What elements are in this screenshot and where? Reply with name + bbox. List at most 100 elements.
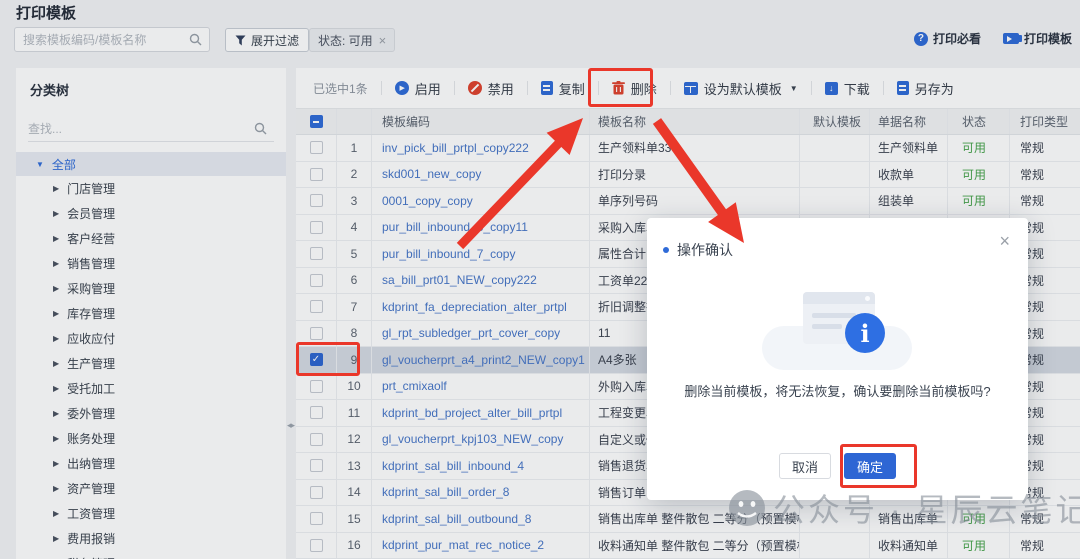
row-checkbox[interactable]: [310, 300, 323, 313]
template-code-link[interactable]: skd001_new_copy: [382, 167, 481, 181]
template-code-link[interactable]: inv_pick_bill_prtpl_copy222: [382, 141, 529, 155]
cell-template-code[interactable]: gl_rpt_subledger_prt_cover_copy: [372, 321, 590, 347]
table-row[interactable]: 1inv_pick_bill_prtpl_copy222生产领料单333生产领料…: [296, 135, 1080, 162]
print-template-video-link[interactable]: 打印模板: [1003, 30, 1072, 47]
row-checkbox[interactable]: [310, 327, 323, 340]
row-checkbox[interactable]: [310, 274, 323, 287]
delete-button[interactable]: 删除: [612, 79, 657, 98]
cell-template-code[interactable]: kdprint_pur_mat_rec_notice_2: [372, 533, 590, 559]
disable-button[interactable]: 禁用: [468, 79, 514, 98]
row-checkbox[interactable]: [310, 512, 323, 525]
select-all-checkbox[interactable]: [310, 115, 323, 128]
template-code-link[interactable]: pur_bill_inbound_3_copy11: [382, 220, 528, 234]
template-code-link[interactable]: kdprint_sal_bill_order_8: [382, 485, 509, 499]
row-checkbox[interactable]: [310, 194, 323, 207]
cell-template-code[interactable]: 0001_copy_copy: [372, 188, 590, 214]
table-row[interactable]: 16kdprint_pur_mat_rec_notice_2收料通知单 整件散包…: [296, 533, 1080, 559]
row-checkbox[interactable]: [310, 539, 323, 552]
template-code-link[interactable]: 0001_copy_copy: [382, 194, 473, 208]
tree-node-11[interactable]: ▶账务处理: [16, 426, 286, 451]
filter-icon: [235, 35, 246, 46]
chevron-right-icon: ▶: [53, 309, 59, 318]
tree-node-2[interactable]: ▶会员管理: [16, 201, 286, 226]
row-checkbox[interactable]: [310, 380, 323, 393]
dialog-bullet-icon: [663, 247, 669, 253]
row-checkbox[interactable]: [310, 221, 323, 234]
row-checkbox[interactable]: [310, 459, 323, 472]
enable-button[interactable]: ▶ 启用: [395, 79, 441, 98]
tree-node-all[interactable]: ▼ 全部: [16, 152, 286, 176]
cell-template-code[interactable]: inv_pick_bill_prtpl_copy222: [372, 135, 590, 161]
info-illustration: i: [647, 288, 1028, 388]
tree-node-15[interactable]: ▶费用报销: [16, 526, 286, 551]
tree-node-14[interactable]: ▶工资管理: [16, 501, 286, 526]
row-checkbox[interactable]: [310, 168, 323, 181]
template-code-link[interactable]: kdprint_pur_mat_rec_notice_2: [382, 538, 544, 552]
remove-filter-icon[interactable]: ×: [379, 34, 387, 47]
cell-template-code[interactable]: pur_bill_inbound_3_copy11: [372, 215, 590, 241]
template-code-link[interactable]: kdprint_bd_project_alter_bill_prtpl: [382, 406, 562, 420]
sidebar-collapse-handle[interactable]: ◂▸: [287, 420, 294, 431]
tree-node-13[interactable]: ▶资产管理: [16, 476, 286, 501]
tree-node-7[interactable]: ▶应收应付: [16, 326, 286, 351]
template-search-input[interactable]: [15, 33, 189, 47]
template-search-box[interactable]: [14, 27, 210, 52]
row-checkbox[interactable]: [310, 406, 323, 419]
download-button[interactable]: ↓ 下载: [825, 79, 870, 98]
template-code-link[interactable]: kdprint_fa_depreciation_alter_prtpl: [382, 300, 567, 314]
cell-row-number: 4: [337, 215, 372, 241]
set-default-template-button[interactable]: 设为默认模板 ▼: [684, 79, 798, 98]
template-code-link[interactable]: kdprint_sal_bill_inbound_4: [382, 459, 524, 473]
tree-node-4[interactable]: ▶销售管理: [16, 251, 286, 276]
tree-node-1[interactable]: ▶门店管理: [16, 176, 286, 201]
status-filter-tag[interactable]: 状态: 可用 ×: [309, 28, 395, 52]
cell-template-code[interactable]: kdprint_fa_depreciation_alter_prtpl: [372, 294, 590, 320]
table-row[interactable]: 2skd001_new_copy打印分录收款单可用常规: [296, 162, 1080, 189]
template-code-link[interactable]: prt_cmixaolf: [382, 379, 447, 393]
print-help-link[interactable]: ? 打印必看: [914, 30, 981, 47]
table-row[interactable]: 30001_copy_copy单序列号码组装单可用常规: [296, 188, 1080, 215]
cell-doc-name: 收料通知单: [870, 533, 948, 559]
row-checkbox[interactable]: [310, 247, 323, 260]
cell-template-code[interactable]: sa_bill_prt01_NEW_copy222: [372, 268, 590, 294]
template-code-link[interactable]: sa_bill_prt01_NEW_copy222: [382, 273, 537, 287]
tree-node-6[interactable]: ▶库存管理: [16, 301, 286, 326]
table-row[interactable]: 15kdprint_sal_bill_outbound_8销售出库单 整件散包 …: [296, 506, 1080, 533]
cell-template-code[interactable]: kdprint_bd_project_alter_bill_prtpl: [372, 400, 590, 426]
cell-template-code[interactable]: kdprint_sal_bill_inbound_4: [372, 453, 590, 479]
cell-template-code[interactable]: kdprint_sal_bill_order_8: [372, 480, 590, 506]
cell-template-code[interactable]: pur_bill_inbound_7_copy: [372, 241, 590, 267]
tree-node-label: 税务管理: [67, 555, 115, 559]
close-icon[interactable]: ×: [999, 232, 1010, 250]
cancel-button[interactable]: 取消: [779, 453, 831, 479]
template-code-link[interactable]: gl_voucherprt_kpj103_NEW_copy: [382, 432, 563, 446]
tree-node-3[interactable]: ▶客户经营: [16, 226, 286, 251]
cell-template-code[interactable]: gl_voucherprt_kpj103_NEW_copy: [372, 427, 590, 453]
tree-node-12[interactable]: ▶出纳管理: [16, 451, 286, 476]
cell-row-number: 11: [337, 400, 372, 426]
tree-search-box[interactable]: [28, 116, 274, 142]
cell-template-code[interactable]: prt_cmixaolf: [372, 374, 590, 400]
tree-node-5[interactable]: ▶采购管理: [16, 276, 286, 301]
cell-template-code[interactable]: gl_voucherprt_a4_print2_NEW_copy1: [372, 347, 590, 373]
template-code-link[interactable]: gl_voucherprt_a4_print2_NEW_copy1: [382, 353, 585, 367]
template-code-link[interactable]: pur_bill_inbound_7_copy: [382, 247, 515, 261]
cell-template-code[interactable]: skd001_new_copy: [372, 162, 590, 188]
confirm-button[interactable]: 确定: [844, 453, 896, 479]
tree-node-10[interactable]: ▶委外管理: [16, 401, 286, 426]
copy-button[interactable]: 复制: [541, 79, 585, 98]
template-code-link[interactable]: gl_rpt_subledger_prt_cover_copy: [382, 326, 560, 340]
tree-node-16[interactable]: ▶税务管理: [16, 551, 286, 559]
expand-filter-button[interactable]: 展开过滤: [225, 28, 309, 52]
row-checkbox[interactable]: ✓: [310, 353, 323, 366]
col-template-name: 模板名称: [590, 109, 800, 134]
row-checkbox[interactable]: [310, 433, 323, 446]
tree-node-8[interactable]: ▶生产管理: [16, 351, 286, 376]
cell-template-code[interactable]: kdprint_sal_bill_outbound_8: [372, 506, 590, 532]
tree-search-input[interactable]: [28, 122, 254, 136]
template-code-link[interactable]: kdprint_sal_bill_outbound_8: [382, 512, 531, 526]
row-checkbox[interactable]: [310, 486, 323, 499]
tree-node-9[interactable]: ▶受托加工: [16, 376, 286, 401]
save-as-button[interactable]: 另存为: [897, 79, 954, 98]
row-checkbox[interactable]: [310, 141, 323, 154]
